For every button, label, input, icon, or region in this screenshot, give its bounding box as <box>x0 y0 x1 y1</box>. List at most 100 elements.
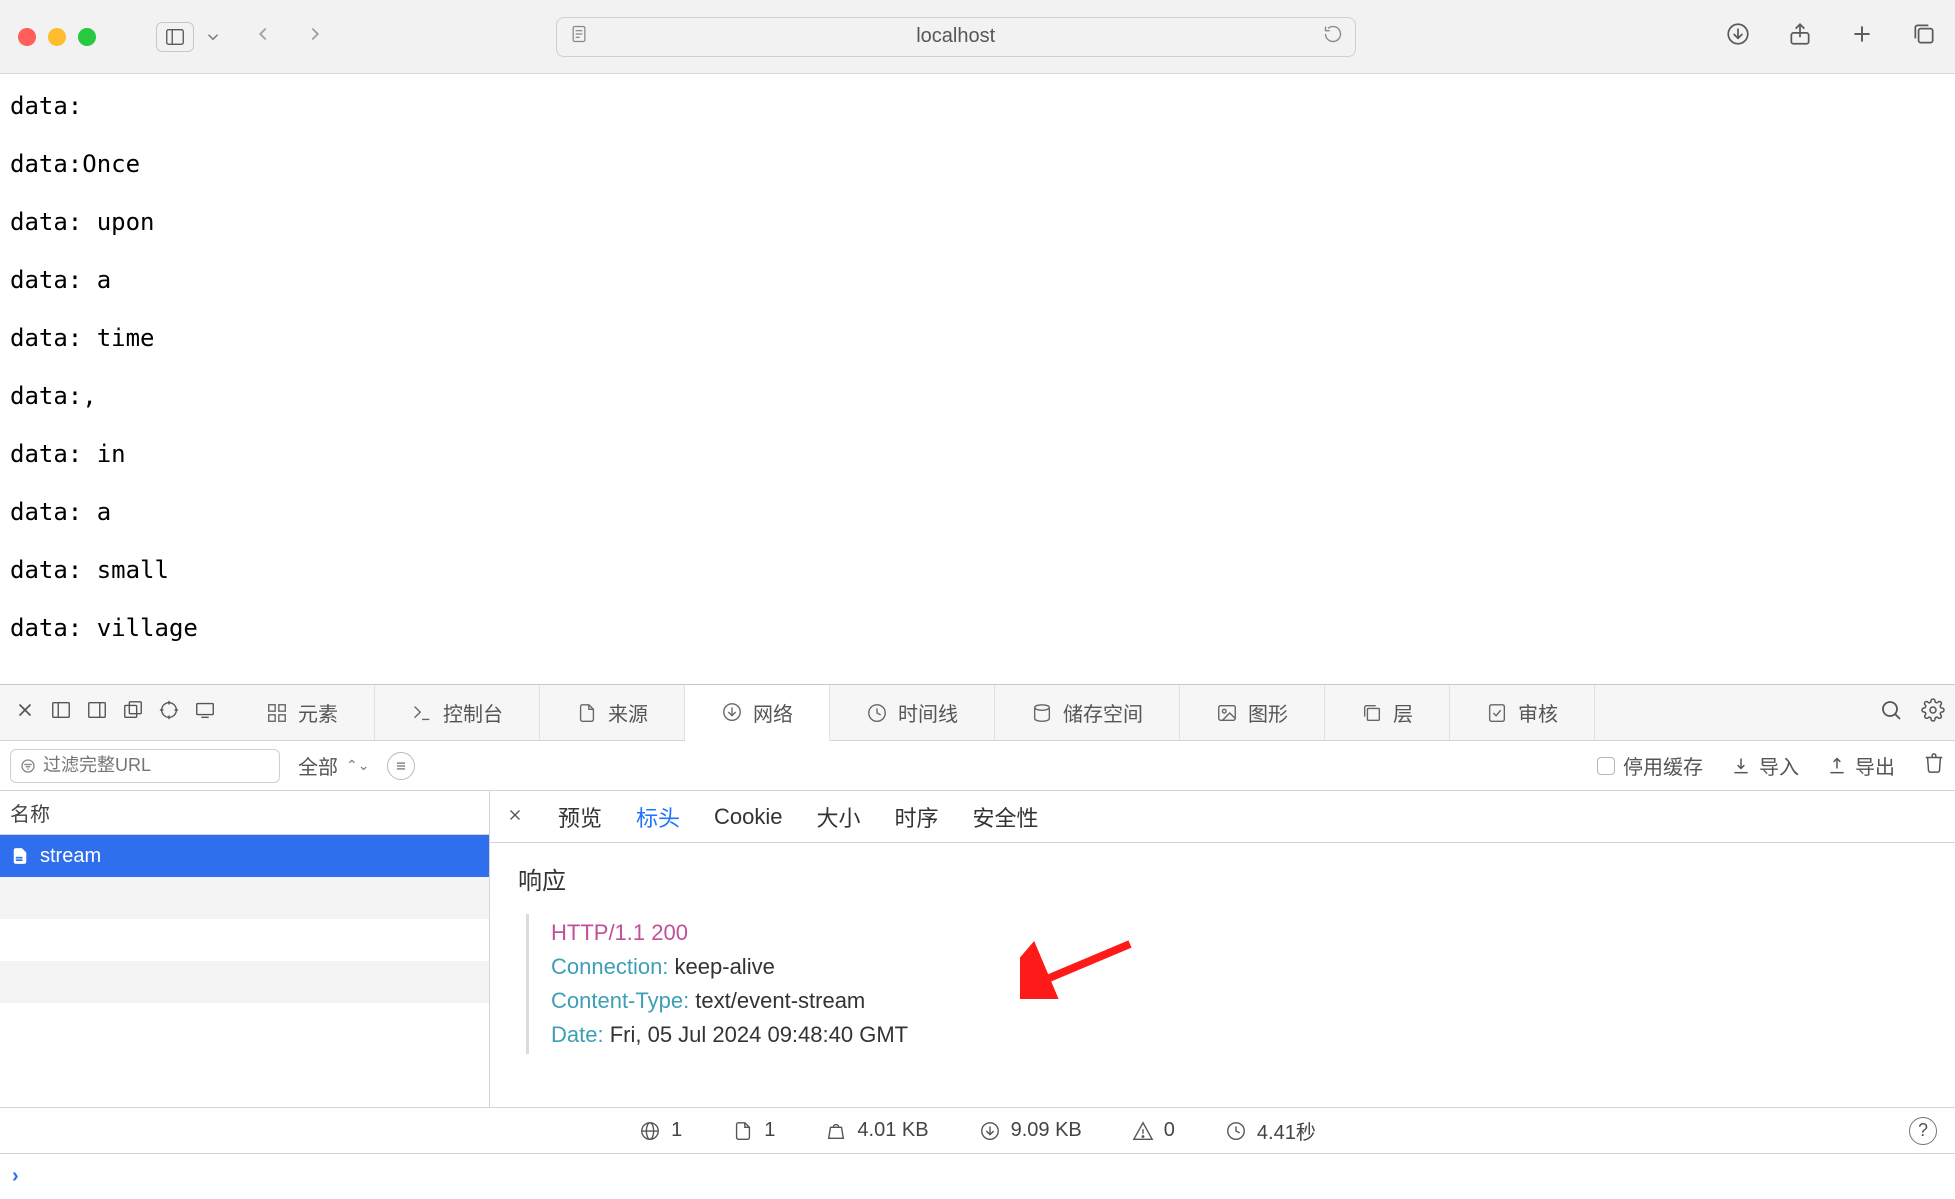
detail-tab-preview[interactable]: 预览 <box>558 801 602 833</box>
tab-audit[interactable]: 审核 <box>1450 685 1595 740</box>
sb-documents-value: 1 <box>764 1119 775 1142</box>
new-tab-button[interactable] <box>1849 21 1875 52</box>
detail-tab-cookie[interactable]: Cookie <box>714 804 782 830</box>
network-filter-bar: 全部 ⌃⌄ 停用缓存 导入 导出 <box>0 741 1955 791</box>
tab-timeline[interactable]: 时间线 <box>830 685 995 740</box>
request-row[interactable]: stream <box>0 835 489 877</box>
detail-tab-timing[interactable]: 时序 <box>895 801 939 833</box>
detail-body: 响应 HTTP/1.1 200 Connection: keep-alive C… <box>490 843 1955 1107</box>
header-value: text/event-stream <box>689 988 865 1013</box>
export-har-button[interactable]: 导出 <box>1827 751 1895 780</box>
minimize-window-button[interactable] <box>48 28 66 46</box>
tab-overview-button[interactable] <box>1911 21 1937 52</box>
tab-group-dropdown[interactable] <box>204 20 222 54</box>
device-mode-icon[interactable] <box>194 699 216 726</box>
maximize-window-button[interactable] <box>78 28 96 46</box>
tab-label: 审核 <box>1518 698 1558 727</box>
sb-time-value: 4.41秒 <box>1257 1116 1316 1145</box>
disable-cache-label: 停用缓存 <box>1623 751 1703 780</box>
stream-line: data: in <box>10 442 1945 466</box>
sb-transferred-value: 9.09 KB <box>1011 1119 1082 1142</box>
tab-label: 图形 <box>1248 698 1288 727</box>
globe-icon <box>639 1120 661 1142</box>
dock-left-icon[interactable] <box>50 699 72 726</box>
clear-requests-button[interactable] <box>1923 752 1945 780</box>
dock-detach-icon[interactable] <box>122 699 144 726</box>
network-status-bar: 1 1 4.01 KB 9.09 KB 0 4.41秒 ? <box>0 1107 1955 1153</box>
import-har-button[interactable]: 导入 <box>1731 751 1799 780</box>
detail-tab-headers[interactable]: 标头 <box>636 801 680 833</box>
sb-errors: 0 <box>1132 1119 1175 1142</box>
header-row: Date: Fri, 05 Jul 2024 09:48:40 GMT <box>551 1018 1927 1052</box>
detail-tab-security[interactable]: 安全性 <box>973 801 1039 833</box>
help-button[interactable]: ? <box>1909 1117 1937 1145</box>
tab-label: 元素 <box>298 698 338 727</box>
sb-weight-value: 4.01 KB <box>857 1119 928 1142</box>
back-button[interactable] <box>252 23 274 50</box>
detail-tab-size[interactable]: 大小 <box>817 801 861 833</box>
sb-time: 4.41秒 <box>1225 1116 1316 1145</box>
tab-label: 网络 <box>753 698 793 727</box>
dock-right-icon[interactable] <box>86 699 108 726</box>
stream-line: data: small <box>10 558 1945 582</box>
request-list-header[interactable]: 名称 <box>0 791 489 835</box>
header-row: Content-Type: text/event-stream <box>551 984 1927 1018</box>
sb-documents: 1 <box>732 1119 775 1142</box>
stream-line: data: village <box>10 616 1945 640</box>
tab-network[interactable]: 网络 <box>685 685 830 741</box>
tab-graphics[interactable]: 图形 <box>1180 685 1325 740</box>
document-icon <box>10 846 30 866</box>
close-detail-button[interactable] <box>506 804 524 830</box>
downloads-button[interactable] <box>1725 21 1751 52</box>
devtools-panel: 元素 控制台 来源 网络 时间线 储存空间 图形 层 <box>0 684 1955 1199</box>
status-line: HTTP/1.1 200 <box>551 916 1927 950</box>
address-bar[interactable]: localhost <box>556 17 1356 57</box>
close-window-button[interactable] <box>18 28 36 46</box>
url-filter-input[interactable] <box>43 755 269 776</box>
tab-sources[interactable]: 来源 <box>540 685 685 740</box>
tab-console[interactable]: 控制台 <box>375 685 540 740</box>
forward-button[interactable] <box>304 23 326 50</box>
stream-line: data: upon <box>10 210 1945 234</box>
stream-line: data: time <box>10 326 1945 350</box>
stream-line: data: a <box>10 500 1945 524</box>
sb-transferred: 9.09 KB <box>979 1119 1082 1142</box>
import-label: 导入 <box>1759 751 1799 780</box>
type-filter-dropdown[interactable]: 全部 ⌃⌄ <box>298 751 369 780</box>
tab-elements[interactable]: 元素 <box>230 685 375 740</box>
tab-storage[interactable]: 储存空间 <box>995 685 1180 740</box>
devtools-tabstrip: 元素 控制台 来源 网络 时间线 储存空间 图形 层 <box>0 685 1955 741</box>
stream-line: data:, <box>10 384 1945 408</box>
window-traffic-lights <box>18 28 96 46</box>
header-value: keep-alive <box>668 954 774 979</box>
share-button[interactable] <box>1787 21 1813 52</box>
reload-button[interactable] <box>1323 24 1343 49</box>
close-devtools-button[interactable] <box>14 699 36 726</box>
reader-mode-icon[interactable] <box>569 24 589 49</box>
stream-line: data: <box>10 94 1945 118</box>
document-icon <box>732 1120 754 1142</box>
download-icon <box>979 1120 1001 1142</box>
request-detail: 预览 标头 Cookie 大小 时序 安全性 响应 HTTP/1.1 200 C… <box>490 791 1955 1107</box>
header-key: Date: <box>551 1022 604 1047</box>
browser-titlebar: localhost <box>0 0 1955 74</box>
tab-layers[interactable]: 层 <box>1325 685 1450 740</box>
tab-label: 储存空间 <box>1063 698 1143 727</box>
console-prompt[interactable]: › <box>0 1153 1955 1199</box>
settings-devtools-icon[interactable] <box>1921 698 1945 727</box>
page-content: data: data:Once data: upon data: a data:… <box>0 74 1955 684</box>
sb-errors-value: 0 <box>1164 1119 1175 1142</box>
column-header-name: 名称 <box>10 798 50 827</box>
tab-label: 层 <box>1393 698 1413 727</box>
response-section-label: 响应 <box>518 861 1927 896</box>
sidebar-toggle-button[interactable] <box>156 22 194 52</box>
type-filter-label: 全部 <box>298 751 338 780</box>
disable-cache-checkbox[interactable]: 停用缓存 <box>1597 751 1703 780</box>
stream-line: data:Once <box>10 152 1945 176</box>
grouping-toggle[interactable] <box>387 752 415 780</box>
search-devtools-icon[interactable] <box>1879 698 1903 727</box>
detail-tabs: 预览 标头 Cookie 大小 时序 安全性 <box>490 791 1955 843</box>
export-label: 导出 <box>1855 751 1895 780</box>
inspect-element-icon[interactable] <box>158 699 180 726</box>
header-key: Content-Type: <box>551 988 689 1013</box>
